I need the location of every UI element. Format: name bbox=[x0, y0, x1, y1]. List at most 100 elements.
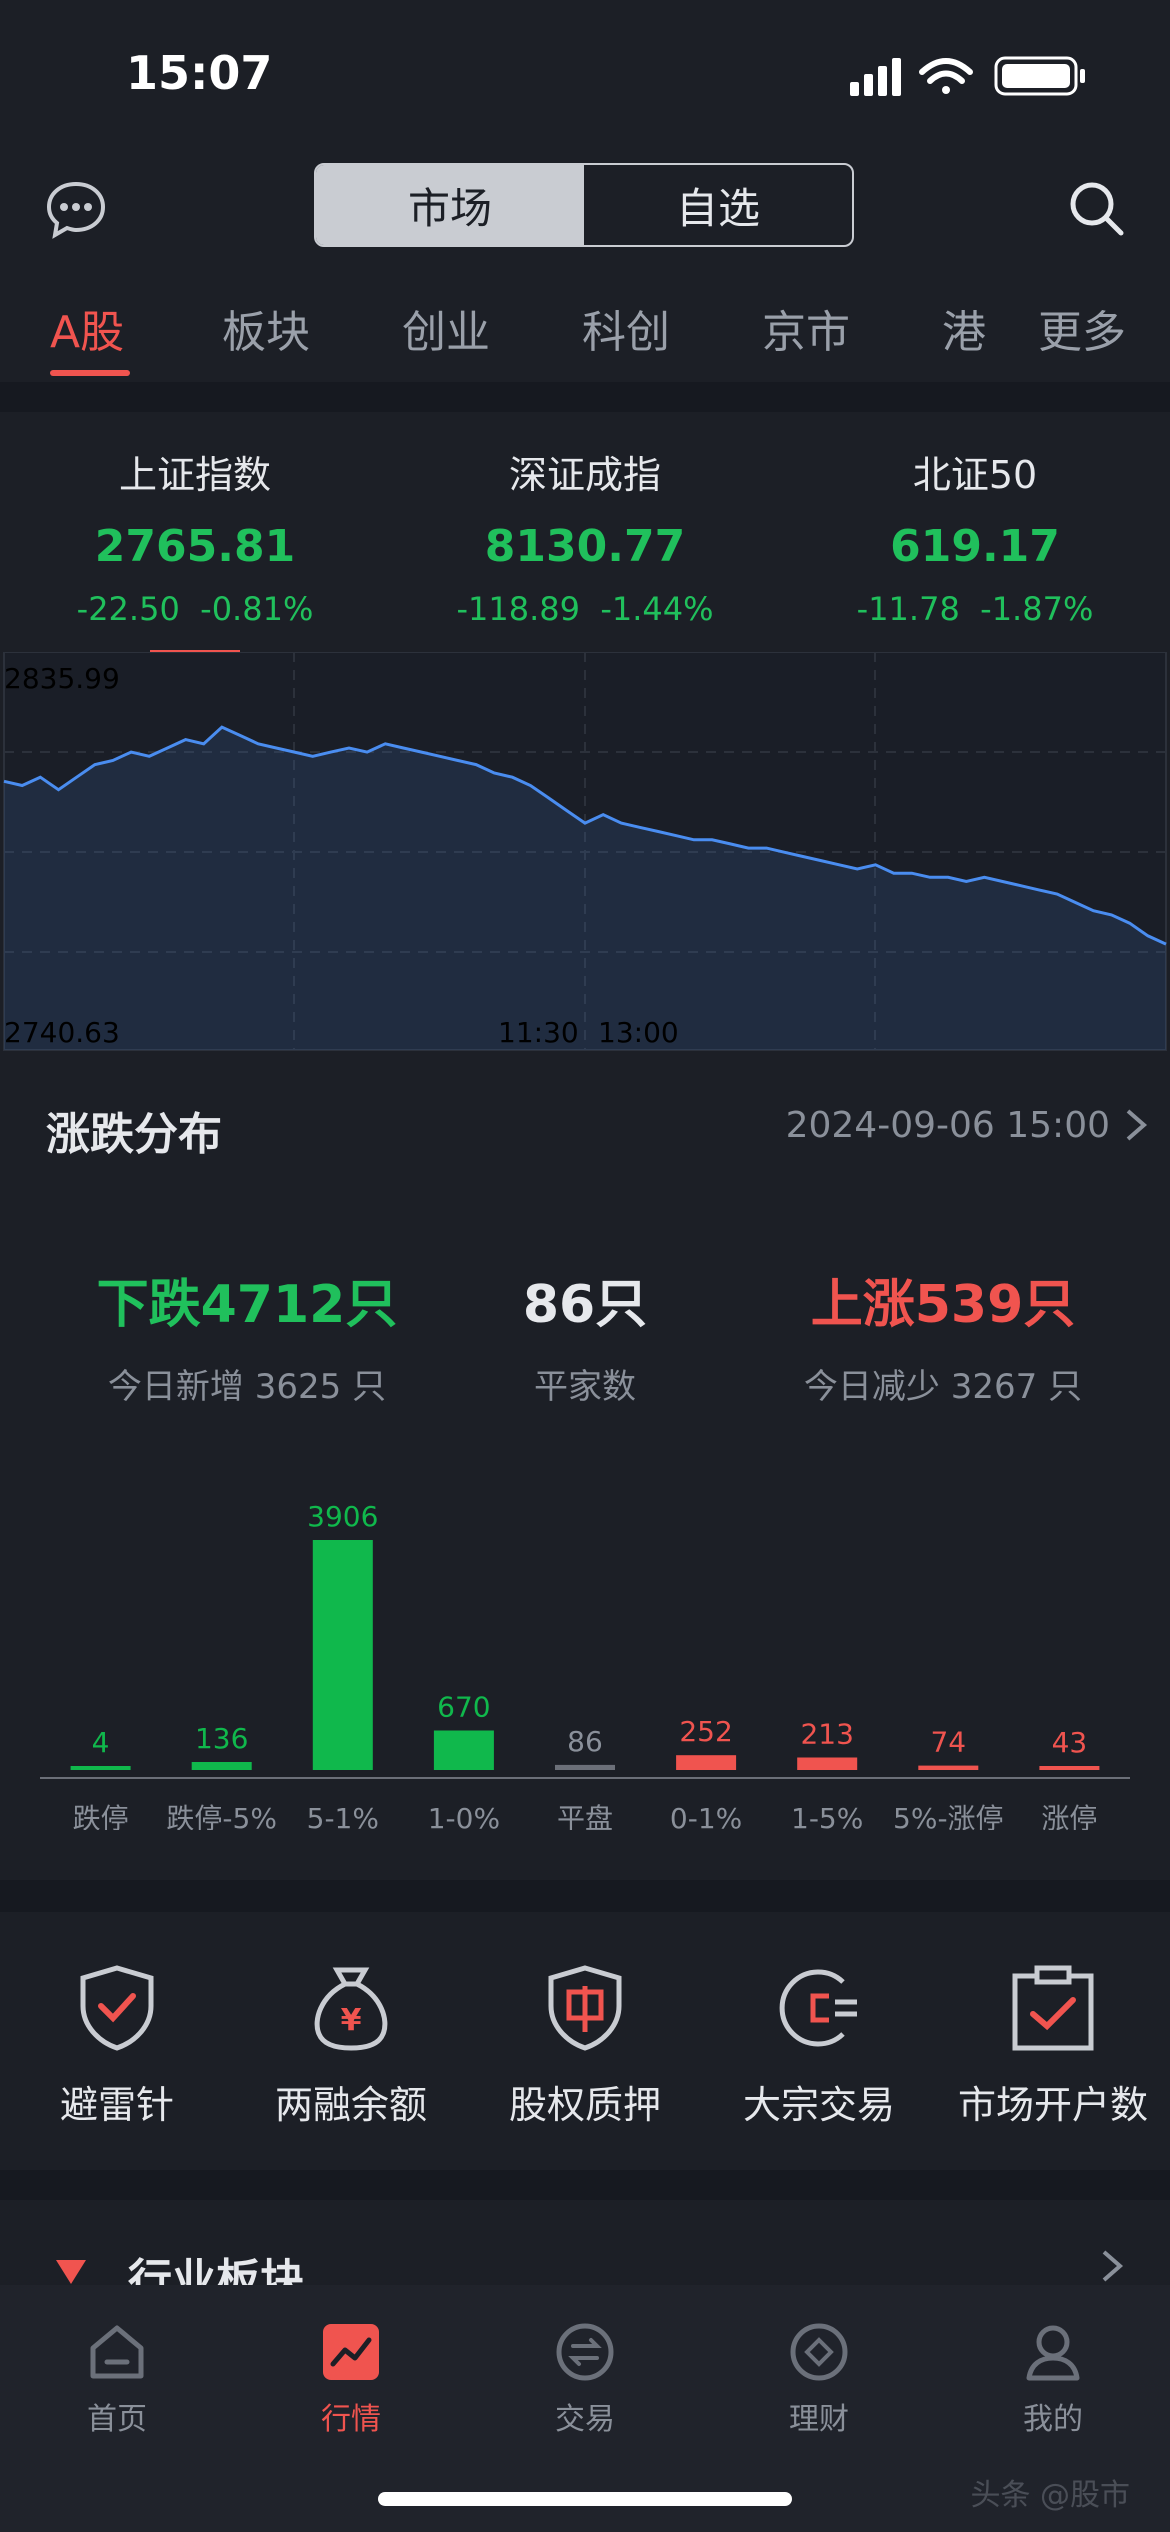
section-title: 涨跌分布 bbox=[46, 1109, 222, 1160]
nav-label: 交易 bbox=[555, 2402, 615, 2437]
down-summary[interactable]: 下跌4712只 今日新增 3625 只 bbox=[52, 1262, 442, 1408]
index-value: 619.17 bbox=[890, 521, 1060, 572]
bar-category-label: 跌停-5% bbox=[166, 1802, 277, 1830]
bar-category-label: 跌停 bbox=[73, 1802, 129, 1830]
status-icons bbox=[850, 56, 1085, 96]
bar-value-label: 252 bbox=[679, 1715, 732, 1748]
tab-more[interactable]: 更多 bbox=[1038, 296, 1126, 360]
down-count: 下跌4712只 bbox=[96, 1275, 398, 1335]
tab-a-shares[interactable]: A股 bbox=[50, 296, 124, 360]
bar-value-label: 4 bbox=[92, 1726, 110, 1759]
svg-text:¥: ¥ bbox=[341, 2003, 362, 2038]
bar-category-label: 1-5% bbox=[791, 1802, 863, 1830]
tool-account-openings[interactable]: 市场开户数 bbox=[936, 1962, 1170, 2129]
section-divider bbox=[0, 2170, 1170, 2200]
bar-value-label: 43 bbox=[1052, 1726, 1088, 1759]
index-name: 北证50 bbox=[912, 453, 1038, 497]
bar bbox=[676, 1755, 737, 1770]
chevron-right-icon[interactable] bbox=[1116, 1105, 1156, 1145]
index-change: -11.78 -1.87% bbox=[856, 590, 1094, 628]
status-time: 15:07 bbox=[126, 46, 273, 100]
tab-star[interactable]: 科创 bbox=[582, 296, 670, 360]
exchange-icon bbox=[556, 2323, 614, 2381]
tool-label: 股权质押 bbox=[508, 2083, 661, 2127]
tool-label: 大宗交易 bbox=[742, 2083, 895, 2127]
index-bse50[interactable]: 北证50 619.17 -11.78 -1.87% bbox=[780, 444, 1170, 628]
nav-label: 首页 bbox=[87, 2402, 147, 2437]
bar-category-label: 0-1% bbox=[670, 1802, 742, 1830]
tool-margin-balance[interactable]: ¥ 两融余额 bbox=[234, 1962, 468, 2129]
bar-category-label: 5%-涨停 bbox=[893, 1802, 1004, 1830]
tab-beijing[interactable]: 京市 bbox=[762, 296, 850, 360]
tool-block-trade[interactable]: 大宗交易 bbox=[702, 1962, 936, 2129]
chart-x-label: 11:30 bbox=[498, 1016, 579, 1049]
search-icon[interactable] bbox=[1066, 178, 1126, 238]
chart-icon bbox=[323, 2324, 379, 2380]
chart-y-high: 2835.99 bbox=[4, 662, 120, 695]
segment-market[interactable]: 市场 bbox=[316, 165, 584, 245]
distribution-bar-chart[interactable]: 4 跌停 136 跌停-5% 3906 5-1% 670 1-0% 86 平盘 252 0-1% 213… bbox=[40, 1450, 1130, 1830]
flat-count: 86只 bbox=[522, 1275, 648, 1335]
nav-wealth[interactable]: 理财 bbox=[702, 2320, 936, 2438]
tool-label: 避雷针 bbox=[59, 2083, 174, 2127]
wifi-icon bbox=[919, 58, 973, 94]
up-sub: 今日减少 3267 只 bbox=[803, 1367, 1083, 1407]
up-count: 上涨539只 bbox=[810, 1275, 1076, 1335]
index-sse[interactable]: 上证指数 2765.81 -22.50 -0.81% bbox=[0, 444, 390, 628]
diamond-icon bbox=[790, 2323, 848, 2381]
bar bbox=[433, 1730, 494, 1770]
nav-home[interactable]: 首页 bbox=[0, 2320, 234, 2438]
user-icon bbox=[1026, 2325, 1080, 2381]
nav-label: 行情 bbox=[321, 2402, 381, 2437]
index-szse[interactable]: 深证成指 8130.77 -118.89 -1.44% bbox=[390, 444, 780, 628]
flat-sub: 平家数 bbox=[534, 1367, 636, 1407]
bar-value-label: 74 bbox=[930, 1726, 966, 1759]
down-sub: 今日新增 3625 只 bbox=[107, 1367, 387, 1407]
nav-label: 理财 bbox=[789, 2402, 849, 2437]
nav-label: 我的 bbox=[1023, 2402, 1083, 2437]
segment-watchlist[interactable]: 自选 bbox=[584, 165, 852, 245]
collapse-triangle-icon[interactable] bbox=[54, 2258, 88, 2286]
signal-icon bbox=[850, 58, 901, 96]
bar bbox=[1039, 1766, 1100, 1770]
index-value: 8130.77 bbox=[484, 521, 686, 572]
tab-sectors[interactable]: 板块 bbox=[222, 296, 310, 360]
home-icon bbox=[90, 2325, 144, 2379]
tab-hk[interactable]: 港 bbox=[942, 296, 986, 360]
index-change: -118.89 -1.44% bbox=[456, 590, 714, 628]
tab-chinext[interactable]: 创业 bbox=[402, 296, 490, 360]
tool-equity-pledge[interactable]: 股权质押 bbox=[468, 1962, 702, 2129]
index-change: -22.50 -0.81% bbox=[76, 590, 314, 628]
bar-value-label: 213 bbox=[800, 1718, 853, 1751]
index-name: 上证指数 bbox=[118, 453, 271, 497]
nav-market[interactable]: 行情 bbox=[234, 2320, 468, 2438]
chevron-right-icon[interactable] bbox=[1094, 2248, 1130, 2284]
tool-label: 两融余额 bbox=[274, 2083, 427, 2127]
shield-check-icon bbox=[80, 1965, 154, 2051]
bar-value-label: 136 bbox=[195, 1722, 248, 1755]
battery-icon bbox=[994, 56, 1085, 96]
message-icon[interactable] bbox=[44, 178, 108, 242]
nav-trade[interactable]: 交易 bbox=[468, 2320, 702, 2438]
section-divider bbox=[0, 1880, 1170, 1912]
segment-control: 市场 自选 bbox=[314, 163, 854, 247]
index-name: 深证成指 bbox=[508, 453, 661, 497]
bar bbox=[555, 1764, 615, 1770]
tab-underline bbox=[50, 370, 130, 376]
nav-profile[interactable]: 我的 bbox=[936, 2320, 1170, 2438]
flat-summary[interactable]: 86只 平家数 bbox=[390, 1262, 780, 1408]
distribution-datetime[interactable]: 2024-09-06 15:00 bbox=[786, 1105, 1110, 1146]
tool-label: 市场开户数 bbox=[957, 2083, 1148, 2127]
bar-value-label: 86 bbox=[567, 1725, 603, 1758]
bar-value-label: 670 bbox=[437, 1691, 490, 1724]
bar-category-label: 平盘 bbox=[557, 1802, 613, 1830]
index-value: 2765.81 bbox=[94, 521, 296, 572]
bar-value-label: 3906 bbox=[307, 1500, 378, 1533]
bar-category-label: 1-0% bbox=[428, 1802, 500, 1830]
intraday-chart[interactable]: 2835.99 2740.63 11:30 13:00 bbox=[0, 652, 1170, 1052]
bar bbox=[312, 1540, 373, 1770]
tool-lightning-rod[interactable]: 避雷针 bbox=[0, 1962, 234, 2129]
bar-category-label: 5-1% bbox=[307, 1802, 379, 1830]
up-summary[interactable]: 上涨539只 今日减少 3267 只 bbox=[748, 1262, 1138, 1408]
watermark: 头条 @股市 bbox=[970, 2478, 1130, 2513]
